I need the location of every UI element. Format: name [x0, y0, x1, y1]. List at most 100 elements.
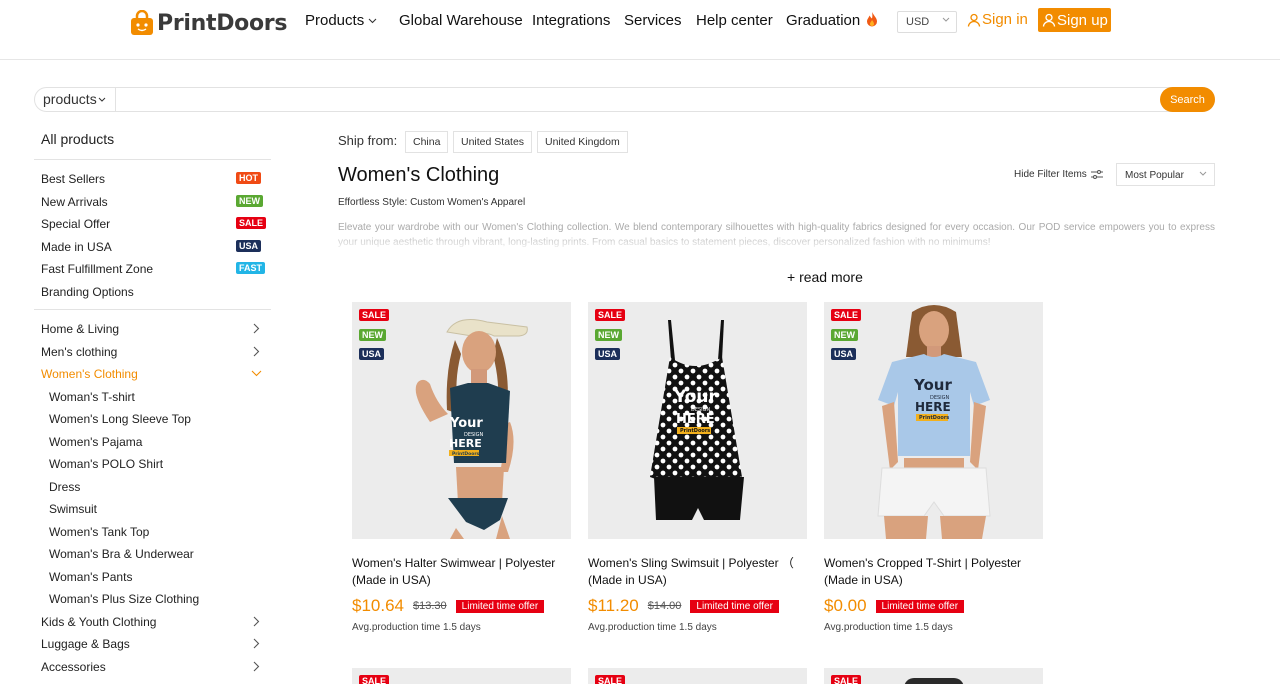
- search-scope-value: products: [43, 91, 97, 107]
- product-image[interactable]: Your DESIGN HERE PrintDoors SALE NEW USA: [352, 302, 571, 539]
- read-more-link[interactable]: + read more: [787, 269, 863, 285]
- new-badge: NEW: [236, 195, 263, 207]
- product-price: $11.20: [588, 596, 639, 615]
- model-hair-shape: [904, 678, 964, 684]
- logo-text: PrintDoors: [157, 10, 288, 36]
- product-name[interactable]: Women's Halter Swimwear | Polyester (Mad…: [352, 555, 571, 589]
- product-old-price: $13.30: [413, 600, 447, 612]
- product-card[interactable]: SALE: [824, 668, 1043, 684]
- chevron-down-icon: [942, 17, 950, 22]
- sidebar-sub-womens-long-sleeve-top[interactable]: Women's Long Sleeve Top: [49, 412, 191, 426]
- sidebar-item-made-in-usa[interactable]: Made in USA: [41, 240, 112, 254]
- sign-in-link[interactable]: Sign in: [967, 11, 1028, 28]
- print-text-brand: PrintDoors: [680, 428, 710, 434]
- search-button[interactable]: Search: [1160, 87, 1215, 112]
- print-text-brand: PrintDoors: [452, 451, 480, 457]
- sidebar-item-fast-fulfillment[interactable]: Fast Fulfillment Zone: [41, 262, 153, 276]
- usa-badge: USA: [595, 348, 621, 360]
- ship-from-united-states[interactable]: United States: [453, 131, 533, 153]
- chevron-right-icon[interactable]: [252, 661, 260, 672]
- product-old-price: $14.00: [647, 600, 682, 612]
- sale-badge: SALE: [236, 217, 267, 229]
- product-card[interactable]: Your DESIGN HERE PrintDoors SALE NEW USA…: [588, 302, 807, 633]
- all-products-heading[interactable]: All products: [41, 131, 114, 147]
- currency-select[interactable]: USD: [897, 11, 957, 33]
- sidebar-item-special-offer[interactable]: Special Offer: [41, 217, 110, 231]
- product-name[interactable]: Women's Sling Swimsuit | Polyester （ (Ma…: [588, 555, 807, 589]
- usa-badge: USA: [236, 240, 262, 252]
- chevron-down-icon[interactable]: [251, 370, 262, 377]
- user-icon: [967, 13, 981, 27]
- chevron-right-icon[interactable]: [252, 323, 260, 334]
- nav-products[interactable]: Products: [305, 12, 377, 29]
- sort-select[interactable]: Most Popular: [1116, 163, 1215, 186]
- sidebar-item-luggage-bags[interactable]: Luggage & Bags: [41, 637, 130, 651]
- product-name[interactable]: Women's Cropped T-Shirt | Polyester (Mad…: [824, 555, 1043, 589]
- flame-icon: [867, 12, 878, 27]
- product-card[interactable]: Your DESIGN HERE PrintDoors SALE NEW USA…: [824, 302, 1043, 633]
- print-text-your: Your: [673, 387, 718, 407]
- sidebar-sub-womans-plus-size[interactable]: Woman's Plus Size Clothing: [49, 592, 199, 606]
- sidebar-item-accessories[interactable]: Accessories: [41, 660, 106, 674]
- sidebar-item-mens-clothing[interactable]: Men's clothing: [41, 345, 117, 359]
- chevron-down-icon: [368, 18, 377, 24]
- nav-products-label: Products: [305, 12, 365, 29]
- ship-from-china[interactable]: China: [405, 131, 449, 153]
- product-image[interactable]: Your DESIGN HERE PrintDoors SALE NEW USA: [824, 302, 1043, 539]
- filter-sliders-icon: [1090, 170, 1103, 179]
- sidebar-sub-swimsuit[interactable]: Swimsuit: [49, 502, 97, 516]
- sidebar-item-kids-youth-clothing[interactable]: Kids & Youth Clothing: [41, 615, 156, 629]
- sidebar-item-best-sellers[interactable]: Best Sellers: [41, 172, 105, 186]
- chevron-right-icon[interactable]: [252, 616, 260, 627]
- hide-filter-toggle[interactable]: Hide Filter Items: [1014, 169, 1103, 180]
- printdoors-logo[interactable]: PrintDoors: [130, 8, 287, 38]
- production-time: Avg.production time 1.5 days: [824, 622, 953, 633]
- limited-offer-tag: Limited time offer: [455, 599, 545, 613]
- limited-offer-tag: Limited time offer: [875, 599, 965, 613]
- ship-from-united-kingdom[interactable]: United Kingdom: [537, 131, 628, 153]
- sidebar-sub-womens-pajama[interactable]: Women's Pajama: [49, 435, 142, 449]
- print-text-your: Your: [913, 376, 952, 394]
- nav-integrations[interactable]: Integrations: [532, 12, 610, 29]
- sale-badge: SALE: [359, 675, 390, 684]
- sale-badge: SALE: [831, 675, 862, 684]
- sale-badge: SALE: [595, 309, 626, 321]
- shopping-bag-logo-icon: [131, 10, 153, 35]
- search-input[interactable]: [123, 90, 1153, 109]
- sidebar-sub-dress[interactable]: Dress: [49, 480, 80, 494]
- chevron-right-icon[interactable]: [252, 638, 260, 649]
- nav-graduation[interactable]: Graduation: [786, 12, 878, 29]
- sidebar-sub-womans-t-shirt[interactable]: Woman's T-shirt: [49, 390, 135, 404]
- sidebar-sub-womans-bra-underwear[interactable]: Woman's Bra & Underwear: [49, 547, 194, 561]
- sign-in-label: Sign in: [982, 11, 1028, 28]
- nav-help-center[interactable]: Help center: [696, 12, 773, 29]
- usa-badge: USA: [831, 348, 857, 360]
- sidebar-item-womens-clothing[interactable]: Women's Clothing: [41, 367, 138, 381]
- user-icon: [1042, 13, 1056, 27]
- print-text-here: HERE: [676, 412, 715, 427]
- product-card[interactable]: SALE: [588, 668, 807, 684]
- product-image[interactable]: Your DESIGN HERE PrintDoors SALE NEW USA: [588, 302, 807, 539]
- print-text-your: Your: [449, 416, 483, 431]
- product-card[interactable]: SALE: [352, 668, 571, 684]
- description-fade: [338, 232, 1215, 252]
- production-time: Avg.production time 1.5 days: [352, 622, 481, 633]
- chevron-right-icon[interactable]: [252, 346, 260, 357]
- sidebar-divider: [34, 309, 271, 310]
- nav-services[interactable]: Services: [624, 12, 682, 29]
- product-card[interactable]: Your DESIGN HERE PrintDoors SALE NEW USA…: [352, 302, 571, 633]
- sidebar-sub-womens-tank-top[interactable]: Women's Tank Top: [49, 525, 149, 539]
- sidebar-item-new-arrivals[interactable]: New Arrivals: [41, 195, 108, 209]
- sign-up-label: Sign up: [1057, 11, 1108, 29]
- sidebar-item-home-living[interactable]: Home & Living: [41, 322, 119, 336]
- print-text-brand: PrintDoors: [919, 415, 949, 421]
- new-badge: NEW: [359, 329, 386, 341]
- hot-badge: HOT: [236, 172, 261, 184]
- sidebar-sub-womans-pants[interactable]: Woman's Pants: [49, 570, 132, 584]
- sidebar-item-branding-options[interactable]: Branding Options: [41, 285, 134, 299]
- sign-up-button[interactable]: Sign up: [1038, 8, 1111, 32]
- nav-global-warehouse[interactable]: Global Warehouse: [399, 12, 523, 29]
- search-scope-select[interactable]: products: [43, 91, 106, 107]
- sidebar-sub-womans-polo-shirt[interactable]: Woman's POLO Shirt: [49, 457, 163, 471]
- search-bar: products Search: [34, 87, 1215, 112]
